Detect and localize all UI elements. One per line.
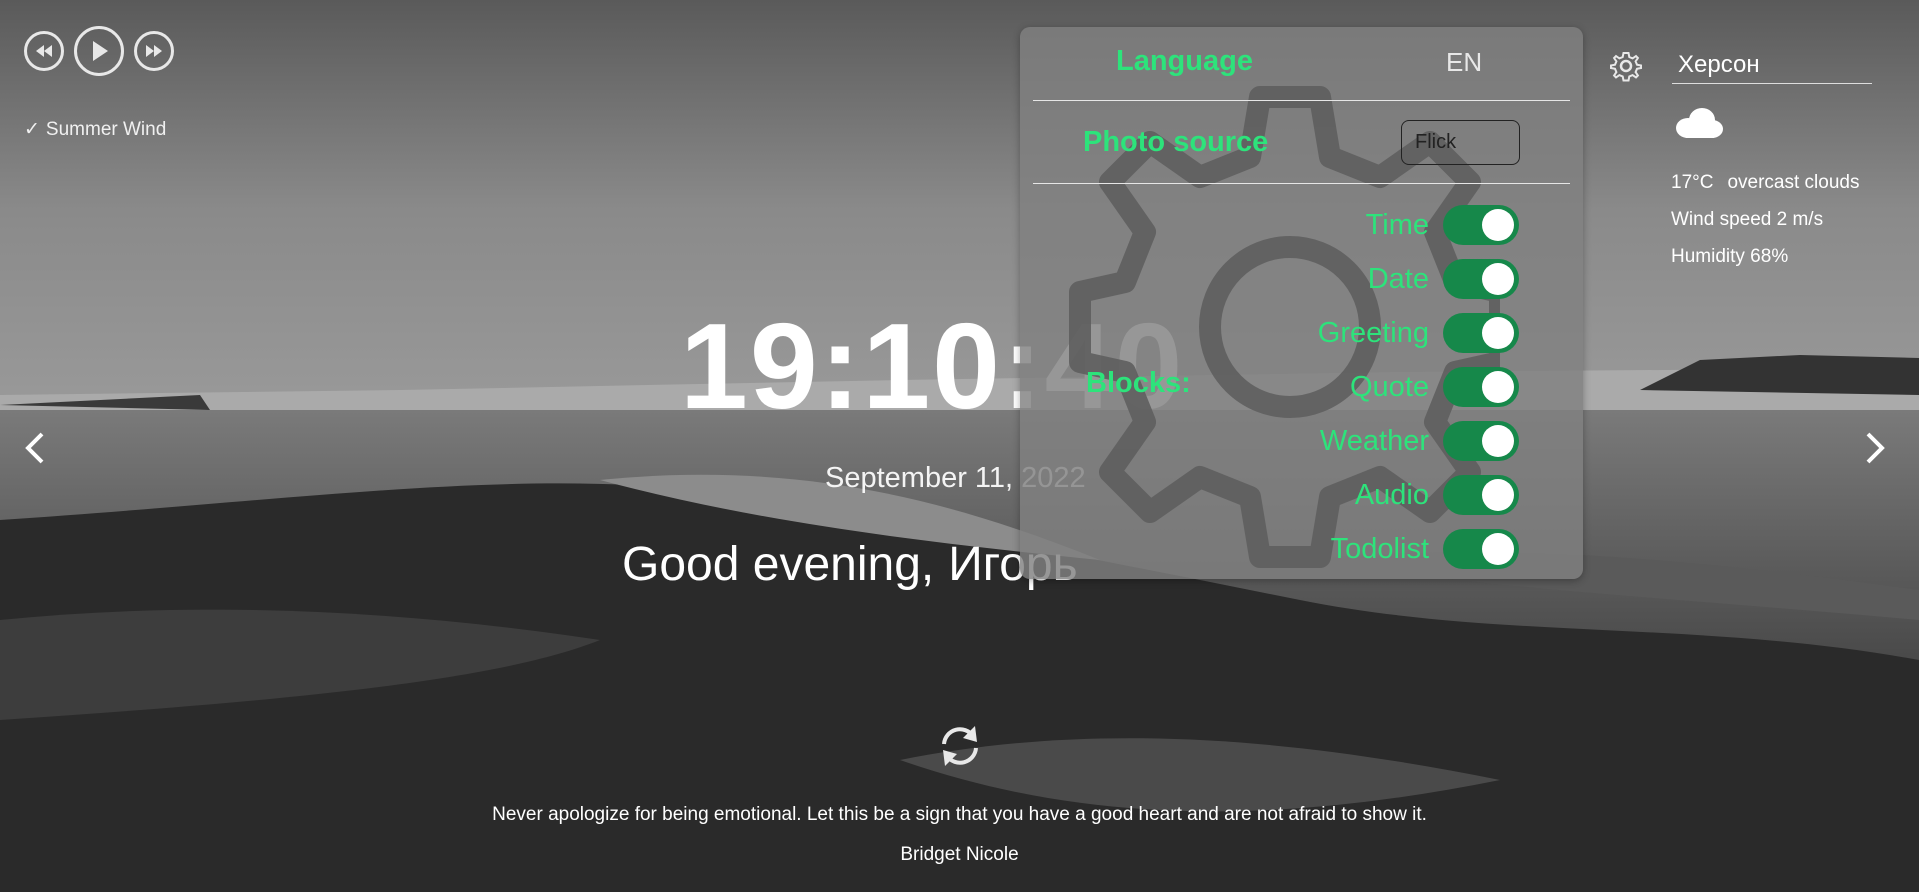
toggle-knob (1482, 479, 1514, 511)
toggle-row-todolist: Todolist (1331, 529, 1519, 569)
temperature: 17°C (1671, 172, 1714, 193)
weather-description: overcast clouds (1727, 172, 1860, 193)
settings-gear-icon[interactable] (1610, 50, 1642, 82)
settings-panel: Language EN Photo source Flick Blocks: T… (1020, 27, 1583, 579)
toggle-knob (1482, 209, 1514, 241)
greeting: Good evening, Игорь (622, 537, 1078, 592)
toggle-row-greeting: Greeting (1318, 313, 1519, 353)
slide-next-arrow[interactable] (1854, 428, 1894, 468)
toggle-label: Time (1365, 208, 1429, 241)
photo-source-select[interactable]: Flick (1401, 120, 1520, 165)
next-track-button[interactable] (134, 31, 174, 71)
toggle-knob (1482, 263, 1514, 295)
toggle-label: Date (1367, 262, 1429, 295)
toggle-knob (1482, 533, 1514, 565)
toggle-weather-switch[interactable] (1443, 421, 1519, 461)
toggle-label: Weather (1319, 424, 1429, 457)
slide-prev-arrow[interactable] (16, 428, 56, 468)
toggle-todolist-switch[interactable] (1443, 529, 1519, 569)
toggle-row-quote: Quote (1350, 367, 1519, 407)
city-input[interactable] (1672, 46, 1872, 84)
track-title: Summer Wind (45, 119, 167, 140)
divider (1033, 183, 1570, 184)
rewind-icon (36, 45, 52, 57)
wind-speed: Wind speed 2 m/s (1671, 209, 1824, 230)
toggle-label: Audio (1354, 478, 1429, 511)
toggle-label: Quote (1350, 370, 1429, 403)
previous-track-button[interactable] (24, 31, 64, 71)
photo-source-label: Photo source (1083, 126, 1269, 158)
toggle-knob (1482, 371, 1514, 403)
divider (1033, 100, 1570, 101)
toggle-knob (1482, 425, 1514, 457)
play-icon (93, 41, 108, 61)
audio-player (24, 26, 174, 76)
cloud-icon (1676, 108, 1723, 138)
language-label: Language (1116, 45, 1253, 77)
toggle-quote-switch[interactable] (1443, 367, 1519, 407)
refresh-quote-icon[interactable] (935, 722, 985, 770)
quote-author: Bridget Nicole (900, 844, 1019, 865)
playlist-item[interactable]: ✓ Summer Wind (24, 118, 166, 141)
toggle-row-date: Date (1368, 259, 1519, 299)
play-button[interactable] (74, 26, 124, 76)
toggle-date-switch[interactable] (1443, 259, 1519, 299)
toggle-greeting-switch[interactable] (1443, 313, 1519, 353)
blocks-label: Blocks: (1086, 367, 1191, 399)
toggle-time-switch[interactable] (1443, 205, 1519, 245)
toggle-row-time: Time (1366, 205, 1519, 245)
toggle-audio-switch[interactable] (1443, 475, 1519, 515)
toggle-row-weather: Weather (1320, 421, 1519, 461)
greeting-text: Good evening, (622, 538, 935, 591)
toggle-knob (1482, 317, 1514, 349)
toggle-label: Todolist (1330, 532, 1429, 565)
quote-text: Never apologize for being emotional. Let… (492, 804, 1427, 825)
humidity: Humidity 68% (1671, 246, 1789, 267)
toggle-row-audio: Audio (1355, 475, 1519, 515)
check-icon: ✓ (24, 119, 40, 140)
fast-forward-icon (146, 45, 162, 57)
weather-temperature-line: 17°C overcast clouds (1671, 172, 1859, 194)
language-toggle[interactable]: EN (1446, 47, 1482, 78)
toggle-label: Greeting (1317, 316, 1429, 349)
